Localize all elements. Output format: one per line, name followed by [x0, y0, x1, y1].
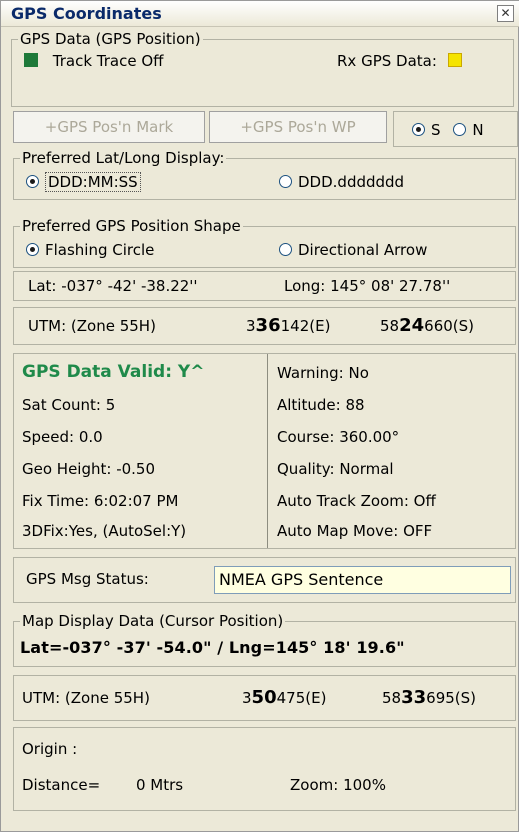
- gps-data-group: GPS Data (GPS Position) Track Trace Off …: [11, 30, 514, 107]
- directional-arrow-label: Directional Arrow: [298, 241, 428, 259]
- origin-panel: Origin : Distance= 0 Mtrs Zoom: 100%: [13, 727, 516, 811]
- auto-track-zoom: Auto Track Zoom: Off: [277, 492, 436, 510]
- cursor-utm-zone: UTM: (Zone 55H): [22, 689, 150, 707]
- shape-flashing-circle-option[interactable]: Flashing Circle: [26, 241, 154, 259]
- origin-label: Origin :: [22, 740, 78, 758]
- latlong-decimal-option[interactable]: DDD.ddddddd: [279, 173, 404, 191]
- radio-directional-arrow-icon[interactable]: [279, 243, 292, 256]
- gps-msg-status-field[interactable]: NMEA GPS Sentence: [214, 566, 511, 594]
- gps-position-readout: Lat: -037° -42' -38.22'' Long: 145° 08' …: [13, 271, 516, 301]
- decimal-label: DDD.ddddddd: [298, 173, 405, 191]
- gps-data-legend: GPS Data (GPS Position): [18, 30, 203, 48]
- track-trace-label: Track Trace Off: [52, 52, 164, 70]
- gps-msg-status-label: GPS Msg Status:: [26, 570, 149, 588]
- distance-value: 0 Mtrs: [136, 776, 184, 794]
- gps-lat-value: Lat: -037° -42' -38.22'': [28, 277, 198, 295]
- warning: Warning: No: [277, 364, 369, 382]
- cursor-utm-northing: 5833695(S): [382, 687, 477, 708]
- dddmmss-label: DDD:MM:SS: [45, 172, 141, 192]
- hemisphere-n-option[interactable]: N: [453, 121, 484, 139]
- fix-time: Fix Time: 6:02:07 PM: [22, 492, 179, 510]
- gps-utm-northing: 5824660(S): [380, 315, 475, 336]
- cursor-lat-lng: Lat=-037° -37' -54.0" / Lng=145° 18' 19.…: [20, 638, 405, 657]
- close-icon[interactable]: ✕: [497, 5, 514, 22]
- gps-long-value: Long: 145° 08' 27.78'': [284, 277, 451, 295]
- add-gps-mark-button[interactable]: +GPS Pos'n Mark: [13, 111, 205, 143]
- rx-gps-row: Rx GPS Data:: [337, 52, 462, 70]
- flashing-circle-label: Flashing Circle: [45, 241, 155, 259]
- latlong-display-legend: Preferred Lat/Long Display:: [20, 149, 227, 167]
- hemisphere-s-label: S: [431, 121, 441, 139]
- gps-utm-zone: UTM: (Zone 55H): [28, 317, 156, 335]
- radio-n-icon[interactable]: [453, 123, 467, 136]
- gps-utm-readout: UTM: (Zone 55H) 336142(E) 5824660(S): [13, 307, 516, 345]
- hemisphere-s-option[interactable]: S: [412, 121, 441, 139]
- cursor-utm-readout: UTM: (Zone 55H) 350475(E) 5833695(S): [13, 675, 516, 721]
- track-trace-lamp-icon: [24, 53, 38, 67]
- radio-decimal-icon[interactable]: [279, 175, 292, 188]
- quality: Quality: Normal: [277, 460, 394, 478]
- shape-directional-arrow-option[interactable]: Directional Arrow: [279, 241, 427, 259]
- hemisphere-n-label: N: [472, 121, 484, 139]
- status-divider: [267, 354, 268, 548]
- fix-3d: 3DFix:Yes, (AutoSel:Y): [22, 522, 187, 540]
- hemisphere-selector: S N: [393, 111, 518, 147]
- geo-height: Geo Height: -0.50: [22, 460, 156, 478]
- auto-map-move: Auto Map Move: OFF: [277, 522, 433, 540]
- radio-dddmmss-icon[interactable]: [26, 175, 39, 188]
- add-gps-wp-button[interactable]: +GPS Pos'n WP: [209, 111, 387, 143]
- gps-coordinates-window: GPS Coordinates ✕ GPS Data (GPS Position…: [0, 0, 519, 832]
- speed: Speed: 0.0: [22, 428, 103, 446]
- radio-flashing-circle-icon[interactable]: [26, 243, 39, 256]
- title-bar[interactable]: GPS Coordinates ✕: [1, 1, 519, 27]
- latlong-display-group: Preferred Lat/Long Display: DDD:MM:SS DD…: [13, 149, 516, 200]
- gps-data-valid: GPS Data Valid: Y^: [22, 362, 205, 382]
- rx-gps-lamp-icon: [447, 53, 462, 67]
- gps-status-panel: GPS Data Valid: Y^ Sat Count: 5 Speed: 0…: [13, 353, 516, 549]
- distance-label: Distance=: [22, 776, 101, 794]
- latlong-ddd-mm-ss-option[interactable]: DDD:MM:SS: [26, 172, 141, 192]
- map-display-legend: Map Display Data (Cursor Position): [20, 612, 286, 630]
- radio-s-icon[interactable]: [412, 123, 425, 136]
- zoom-value: Zoom: 100%: [290, 776, 386, 794]
- gps-utm-easting: 336142(E): [246, 315, 331, 336]
- altitude: Altitude: 88: [277, 396, 365, 414]
- track-trace-row: Track Trace Off: [24, 52, 164, 70]
- cursor-utm-easting: 350475(E): [242, 687, 327, 708]
- rx-gps-label: Rx GPS Data:: [337, 52, 437, 70]
- course: Course: 360.00°: [277, 428, 400, 446]
- position-shape-group: Preferred GPS Position Shape Flashing Ci…: [13, 217, 516, 268]
- window-title: GPS Coordinates: [11, 4, 162, 23]
- position-shape-legend: Preferred GPS Position Shape: [20, 217, 243, 235]
- map-display-group: Map Display Data (Cursor Position) Lat=-…: [13, 612, 516, 667]
- sat-count: Sat Count: 5: [22, 396, 116, 414]
- gps-msg-status-row: GPS Msg Status: NMEA GPS Sentence: [13, 557, 516, 603]
